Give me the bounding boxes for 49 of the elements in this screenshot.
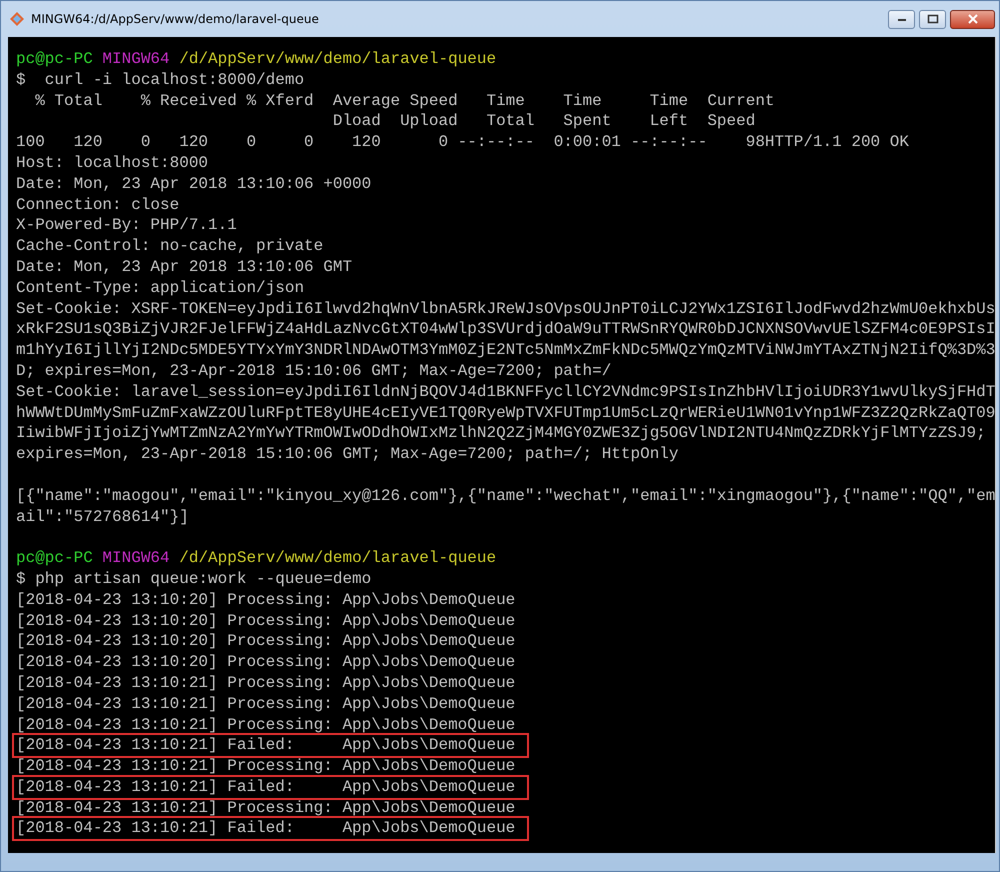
close-icon <box>966 14 978 24</box>
terminal-line: Content-Type: application/json <box>16 278 306 299</box>
terminal-line: Host: localhost:8000 <box>16 152 210 174</box>
maximize-button[interactable] <box>919 10 946 28</box>
terminal-line: [{"name":"maogou","email":"kinyou_xy@126.com"},{"name":"wechat","email":"xingmaogou"},{"name":"QQ","em <box>16 486 996 507</box>
prompt-path: /d/AppServ/www/demo/laravel-queue <box>179 549 496 568</box>
highlighted-line: [2018-04-23 13:10:21] Failed: App\Jobs\DemoQueue <box>14 776 528 798</box>
terminal-line: $ curl -i localhost:8000/demo <box>16 70 306 91</box>
terminal-line: 100 120 0 120 0 0 120 0 --:--:-- 0:00:01 --:--:-- 98HTTP/1.1 200 OK <box>16 132 910 153</box>
app-icon <box>9 11 25 27</box>
terminal-line: [2018-04-23 13:10:21] Processing: App\Jobs\DemoQueue <box>16 694 516 714</box>
close-button[interactable] <box>950 10 995 28</box>
terminal-line: Connection: close <box>16 194 180 216</box>
highlighted-line: [2018-04-23 13:10:21] Failed: App\Jobs\DemoQueue <box>14 818 528 840</box>
terminal-line: Date: Mon, 23 Apr 2018 13:10:06 +0000 <box>16 174 372 195</box>
terminal-line: [2018-04-23 13:10:21] Processing: App\Jobs\DemoQueue <box>16 714 516 736</box>
terminal-line: Set-Cookie: XSRF-TOKEN=eyJpdiI6Ilwvd2hqWnVlbnA5RkJReWJsOVpsOUJnPT0iLCJ2YWx1ZSI6IlJodFwvd2hzWmU0ekhxbUs <box>16 298 996 320</box>
terminal-line: [2018-04-23 13:10:21] Processing: App\Jobs\DemoQueue <box>16 672 516 694</box>
terminal-line: [2018-04-23 13:10:20] Processing: App\Jobs\DemoQueue <box>16 652 516 673</box>
terminal-line: ail":"572768614"}] <box>16 506 190 528</box>
terminal-line: Cache-Control: no-cache, private <box>16 236 324 257</box>
minimize-button[interactable] <box>888 10 915 28</box>
minimize-icon <box>896 16 906 22</box>
terminal-line: % Total % Received % Xferd Average Speed Time Time Time Current <box>34 90 776 112</box>
prompt-shell: MINGW64 <box>102 549 170 568</box>
terminal-line: IiwibWFjIjoiZjYwMTZmNzA2YmYwYTRmOWIwODdhOWIxMzlhN2Q2ZjM4MGY0ZWE3Zjg5OGVlNDI2NTU4NmQzZDRkYjFlMTYzZSJ9; <box>16 423 987 444</box>
terminal-line: [2018-04-23 13:10:20] Processing: App\Jobs\DemoQueue <box>16 631 516 652</box>
terminal-line: [2018-04-23 13:10:21] Processing: App\Jobs\DemoQueue <box>16 756 516 777</box>
prompt-shell: MINGW64 <box>102 50 170 68</box>
terminal-line: D; expires=Mon, 23-Apr-2018 15:10:06 GMT; Max-Age=7200; path=/ <box>16 360 612 382</box>
maximize-icon <box>926 14 938 24</box>
terminal-line: [2018-04-23 13:10:20] Processing: App\Jobs\DemoQueue <box>16 590 516 611</box>
terminal-line: expires=Mon, 23-Apr-2018 15:10:06 GMT; Max-Age=7200; path=/; HttpOnly <box>16 444 680 465</box>
prompt-user: pc@pc-PC <box>16 549 93 568</box>
prompt-path: /d/AppServ/www/demo/laravel-queue <box>179 50 496 68</box>
terminal-line: Date: Mon, 23 Apr 2018 13:10:06 GMT <box>16 256 354 278</box>
terminal-line: xRkF2SU1sQ3BiZjVJR2FJelFFWjZ4aHdLazNvcGtXT04wWlp3SVUrdjdOaW9uTTRWSnRYQWR0bDJCNXNSOVwvUElSZFM4c0E9PSIsI <box>16 319 996 340</box>
scrollbar[interactable] <box>995 37 996 853</box>
terminal-line: [2018-04-23 13:10:20] Processing: App\Jobs\DemoQueue <box>16 610 516 632</box>
terminal-line: X-Powered-By: PHP/7.1.1 <box>16 215 238 236</box>
highlighted-line: [2018-04-23 13:10:21] Failed: App\Jobs\DemoQueue <box>14 735 528 756</box>
terminal-line: hWWWtDUmMySmFuZmFxaWZzOUluRFptTE8yUHE4cEIyVE1TQ0RyeWpTVXFUTmp1Um5cLzQrWERieU1WN01vYnp1WFZ3Z2QzRkZaQT09 <box>16 402 996 424</box>
window-title: MINGW64:/d/AppServ/www/demo/laravel-queue <box>31 11 319 28</box>
terminal-line: m1hYyI6IjllYjI2NDc5MDE5YTYxYmY3NDRlNDAwOTM3YmM0ZjE2NTc5NmMxZmFkNDc5MWQzYmQzMTViNWJmYTAxZTNjN2IifQ%3D%3 <box>16 340 996 361</box>
terminal-line: [2018-04-23 13:10:21] Processing: App\Jobs\DemoQueue <box>16 798 516 818</box>
terminal-line: Set-Cookie: laravel_session=eyJpdiI6IldnNjBQOVJ4d1BKNFFycllCY2VNdmc9PSIsInZhbHVlIjoiUDR3Y1wvUlkySjFHdT <box>16 382 996 403</box>
terminal-line: $ php artisan queue:work --queue=demo <box>16 568 372 590</box>
prompt-user: pc@pc-PC <box>16 50 93 68</box>
terminal-line: Dload Upload Total Spent Left Speed <box>332 111 756 132</box>
